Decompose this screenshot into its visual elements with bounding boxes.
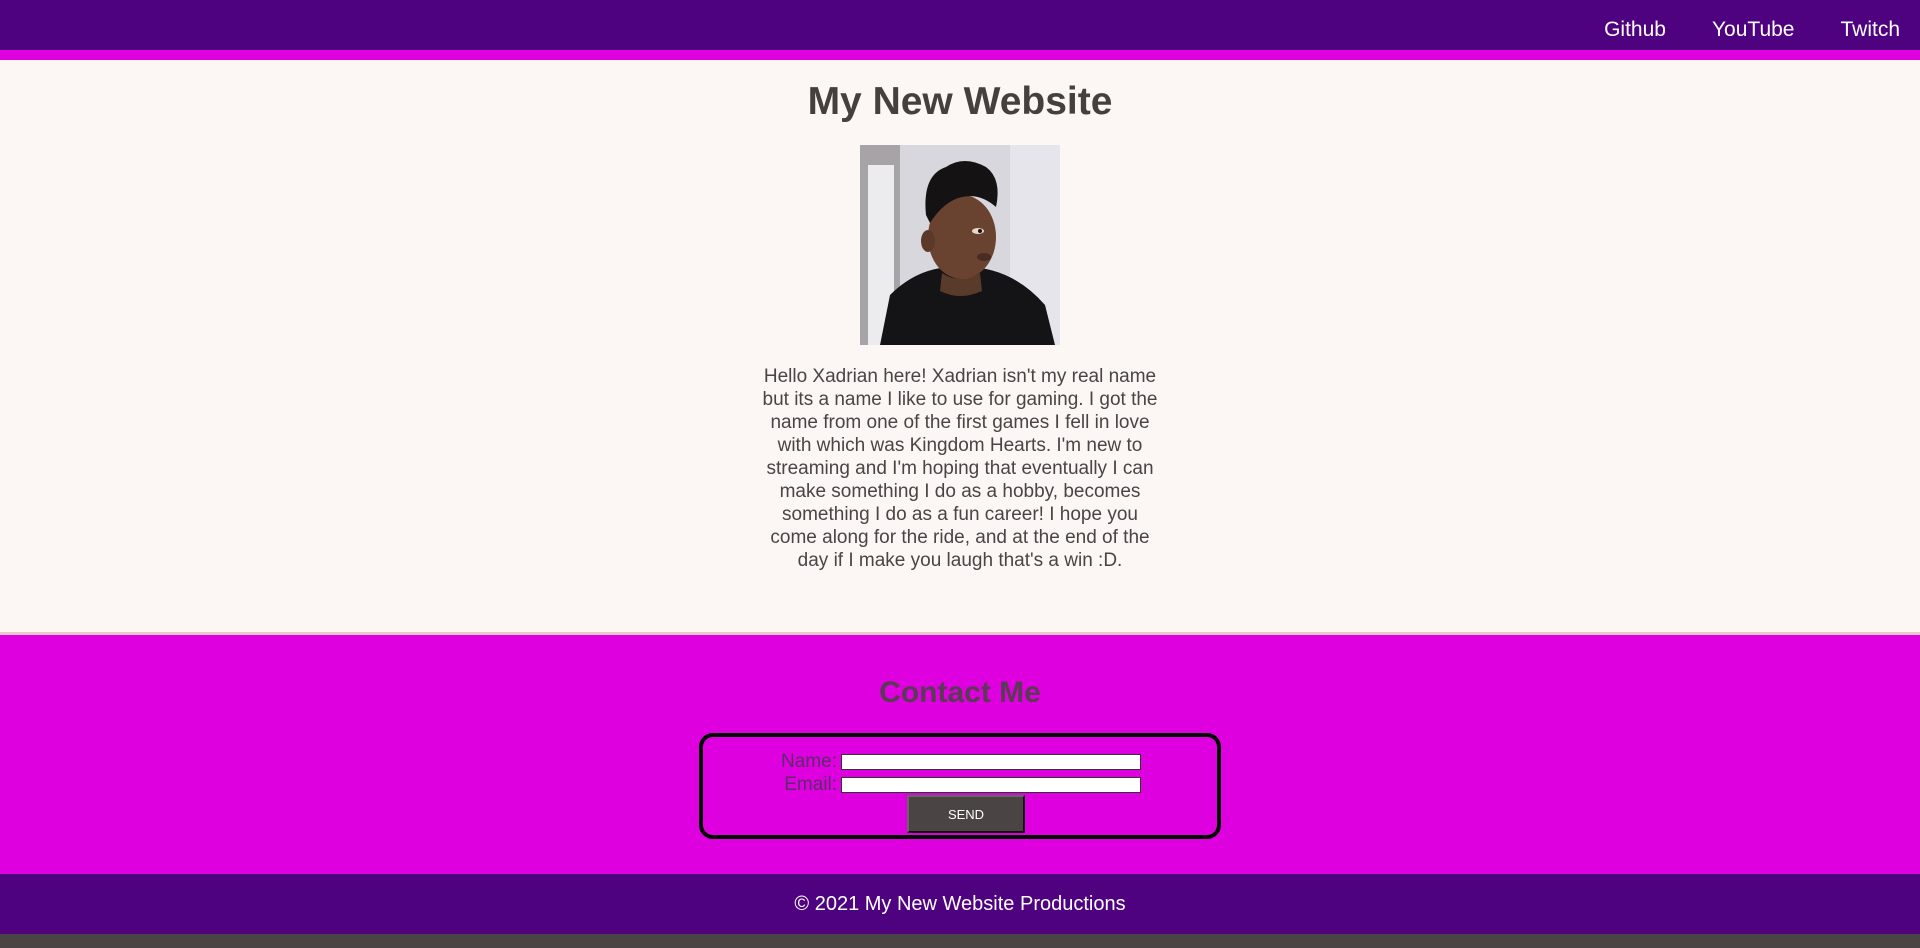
intro-section: My New Website Hello Xadrian here! Xadri… bbox=[0, 60, 1920, 635]
header-bar: Github YouTube Twitch bbox=[0, 0, 1920, 60]
page-title: My New Website bbox=[807, 80, 1113, 123]
contact-form: Name: Email: SEND bbox=[699, 733, 1221, 839]
top-nav: Github YouTube Twitch bbox=[1558, 18, 1900, 42]
bio-text: Hello Xadrian here! Xadrian isn't my rea… bbox=[762, 366, 1158, 571]
name-label: Name: bbox=[781, 751, 837, 772]
bottom-strip bbox=[0, 934, 1920, 945]
nav-link-twitch[interactable]: Twitch bbox=[1840, 18, 1900, 42]
send-button[interactable]: SEND bbox=[907, 795, 1025, 833]
email-field[interactable] bbox=[841, 777, 1141, 793]
contact-title: Contact Me bbox=[879, 676, 1041, 709]
nav-link-github[interactable]: Github bbox=[1604, 18, 1666, 42]
contact-section: Contact Me Name: Email: SEND bbox=[0, 635, 1920, 874]
profile-photo bbox=[860, 145, 1060, 345]
email-label: Email: bbox=[784, 774, 837, 795]
footer: © 2021 My New Website Productions bbox=[0, 874, 1920, 934]
nav-link-youtube[interactable]: YouTube bbox=[1712, 18, 1795, 42]
footer-text: © 2021 My New Website Productions bbox=[794, 893, 1126, 915]
name-row: Name: bbox=[773, 751, 1141, 773]
name-field[interactable] bbox=[841, 754, 1141, 770]
email-row: Email: bbox=[773, 774, 1141, 796]
